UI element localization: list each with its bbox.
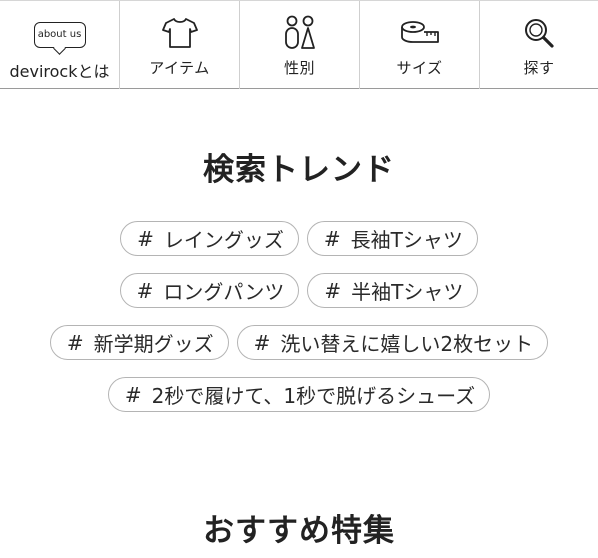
- nav-item-size[interactable]: サイズ: [360, 1, 480, 89]
- trend-tag[interactable]: # 半袖Tシャツ: [307, 273, 479, 308]
- measuring-tape-icon: [400, 15, 440, 51]
- hash-symbol: #: [136, 278, 154, 303]
- category-nav: about us devirockとは アイテム 性別 サイズ 探す: [0, 0, 598, 89]
- hash-symbol: #: [137, 226, 154, 251]
- tag-row: # 新学期グッズ # 洗い替えに嬉しい2枚セット: [0, 325, 598, 360]
- recommend-section-title: おすすめ特集: [203, 513, 395, 549]
- about-us-bubble: about us: [33, 21, 86, 48]
- trend-section-title: 検索トレンド: [203, 152, 395, 188]
- tag-row: #2秒で履けて、1秒で脱げるシューズ: [0, 377, 598, 412]
- trend-tag[interactable]: # ロングパンツ: [119, 273, 300, 308]
- nav-item-gender[interactable]: 性別: [240, 1, 360, 89]
- trend-tag[interactable]: # 洗い替えに嬉しい2枚セット: [236, 325, 549, 360]
- trend-tag-label: 新学期グッズ: [93, 332, 214, 356]
- trend-tag-label: 半袖Tシャツ: [351, 280, 464, 304]
- tag-row: # レイングッズ # 長袖Tシャツ: [0, 221, 598, 256]
- hash-symbol: #: [324, 278, 342, 303]
- trend-tag[interactable]: # レイングッズ: [120, 221, 299, 256]
- nav-label-items: アイテム: [149, 59, 210, 77]
- nav-label-about: devirockとは: [9, 62, 110, 81]
- trend-tag-label: ロングパンツ: [163, 280, 285, 304]
- nav-item-items[interactable]: アイテム: [120, 1, 240, 89]
- nav-label-gender: 性別: [283, 59, 315, 77]
- trend-tag-label: 洗い替えに嬉しい2枚セット: [280, 332, 534, 356]
- about-us-bubble-icon: about us: [33, 15, 86, 51]
- tag-row: # ロングパンツ # 半袖Tシャツ: [0, 273, 598, 308]
- hash-symbol: #: [323, 226, 341, 251]
- trend-tag-label: レイングッズ: [163, 228, 284, 252]
- nav-item-about[interactable]: about us devirockとは: [0, 1, 120, 89]
- trend-tag-label: 長袖Tシャツ: [350, 228, 463, 252]
- gender-icon: [282, 15, 318, 51]
- trend-tag[interactable]: # 新学期グッズ: [49, 325, 229, 360]
- trend-tag[interactable]: #2秒で履けて、1秒で脱げるシューズ: [107, 377, 491, 412]
- trend-tag-list: # レイングッズ # 長袖Tシャツ # ロングパンツ # 半袖Tシャツ # 新学期グッズ …: [0, 221, 598, 429]
- nav-item-search[interactable]: 探す: [480, 1, 598, 89]
- hash-symbol: #: [253, 330, 271, 355]
- hash-symbol: #: [66, 330, 84, 355]
- nav-label-search: 探す: [523, 59, 555, 77]
- trend-tag[interactable]: # 長袖Tシャツ: [306, 221, 478, 256]
- tshirt-icon: [161, 15, 198, 51]
- search-icon: [523, 15, 555, 51]
- nav-label-size: サイズ: [396, 59, 443, 77]
- trend-tag-label: 2秒で履けて、1秒で脱げるシューズ: [151, 384, 476, 408]
- about-us-icon-text: about us: [37, 29, 82, 40]
- hash-symbol: #: [124, 382, 142, 407]
